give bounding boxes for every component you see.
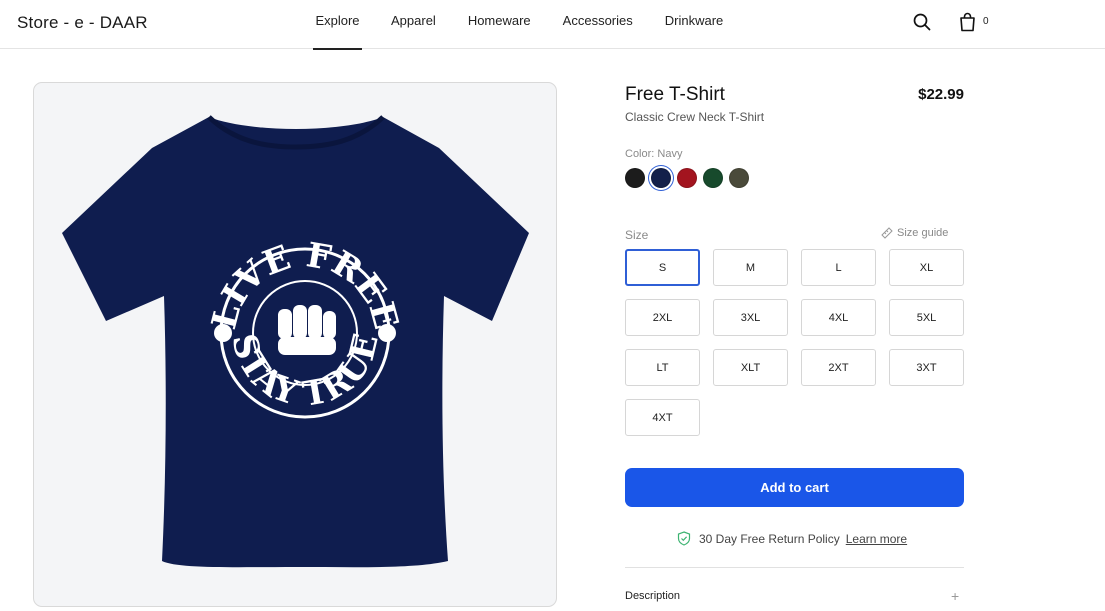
product-price: $22.99 — [918, 86, 964, 103]
size-option-3xl[interactable]: 3XL — [713, 299, 788, 336]
main-nav: Explore Apparel Homeware Accessories Dri… — [313, 0, 755, 50]
size-option-2xl[interactable]: 2XL — [625, 299, 700, 336]
plus-icon[interactable]: + — [951, 588, 959, 604]
nav-apparel[interactable]: Apparel — [391, 0, 436, 49]
product-title: Free T-Shirt — [625, 84, 725, 105]
nav-drinkware[interactable]: Drinkware — [665, 0, 724, 49]
color-swatch-forest-green[interactable] — [703, 168, 723, 188]
size-guide-link[interactable]: Size guide — [881, 227, 948, 239]
site-header: Store - e - DAAR Explore Apparel Homewar… — [0, 0, 1105, 50]
size-option-2xt[interactable]: 2XT — [801, 349, 876, 386]
fist-graphic — [278, 305, 336, 355]
product-subtitle: Classic Crew Neck T-Shirt — [625, 110, 765, 124]
shield-check-icon — [677, 531, 691, 546]
size-option-4xl[interactable]: 4XL — [801, 299, 876, 336]
search-icon[interactable] — [913, 13, 931, 36]
size-option-3xt[interactable]: 3XT — [889, 349, 964, 386]
size-option-4xt[interactable]: 4XT — [625, 399, 700, 436]
size-option-m[interactable]: M — [713, 249, 788, 286]
ruler-icon — [881, 227, 893, 239]
product-image[interactable]: LIVE FREE STAY TRUE — [33, 82, 557, 607]
size-label: Size — [625, 228, 649, 242]
size-guide-label: Size guide — [897, 227, 949, 239]
cart-count: 0 — [983, 16, 989, 27]
return-policy: 30 Day Free Return Policy Learn more — [677, 531, 907, 546]
tshirt-image: LIVE FREE STAY TRUE — [62, 115, 529, 568]
nav-accessories[interactable]: Accessories — [563, 0, 633, 49]
policy-text: 30 Day Free Return Policy — [699, 531, 840, 546]
color-label: Color: Navy — [625, 148, 683, 160]
learn-more-link[interactable]: Learn more — [846, 532, 907, 546]
color-swatches — [625, 168, 755, 188]
color-swatch-black[interactable] — [625, 168, 645, 188]
size-option-s[interactable]: S — [625, 249, 700, 286]
add-to-cart-button[interactable]: Add to cart — [625, 468, 964, 507]
size-option-xl[interactable]: XL — [889, 249, 964, 286]
size-option-l[interactable]: L — [801, 249, 876, 286]
size-option-xlt[interactable]: XLT — [713, 349, 788, 386]
color-swatch-navy[interactable] — [651, 168, 671, 188]
shopping-bag-icon[interactable] — [959, 12, 976, 37]
color-swatch-olive[interactable] — [729, 168, 749, 188]
divider — [625, 567, 964, 568]
color-swatch-red[interactable] — [677, 168, 697, 188]
nav-homeware[interactable]: Homeware — [468, 0, 531, 49]
size-option-5xl[interactable]: 5XL — [889, 299, 964, 336]
nav-explore[interactable]: Explore — [313, 0, 362, 50]
store-brand[interactable]: Store - e - DAAR — [17, 13, 148, 33]
description-toggle[interactable]: Description — [625, 590, 680, 602]
size-option-lt[interactable]: LT — [625, 349, 700, 386]
